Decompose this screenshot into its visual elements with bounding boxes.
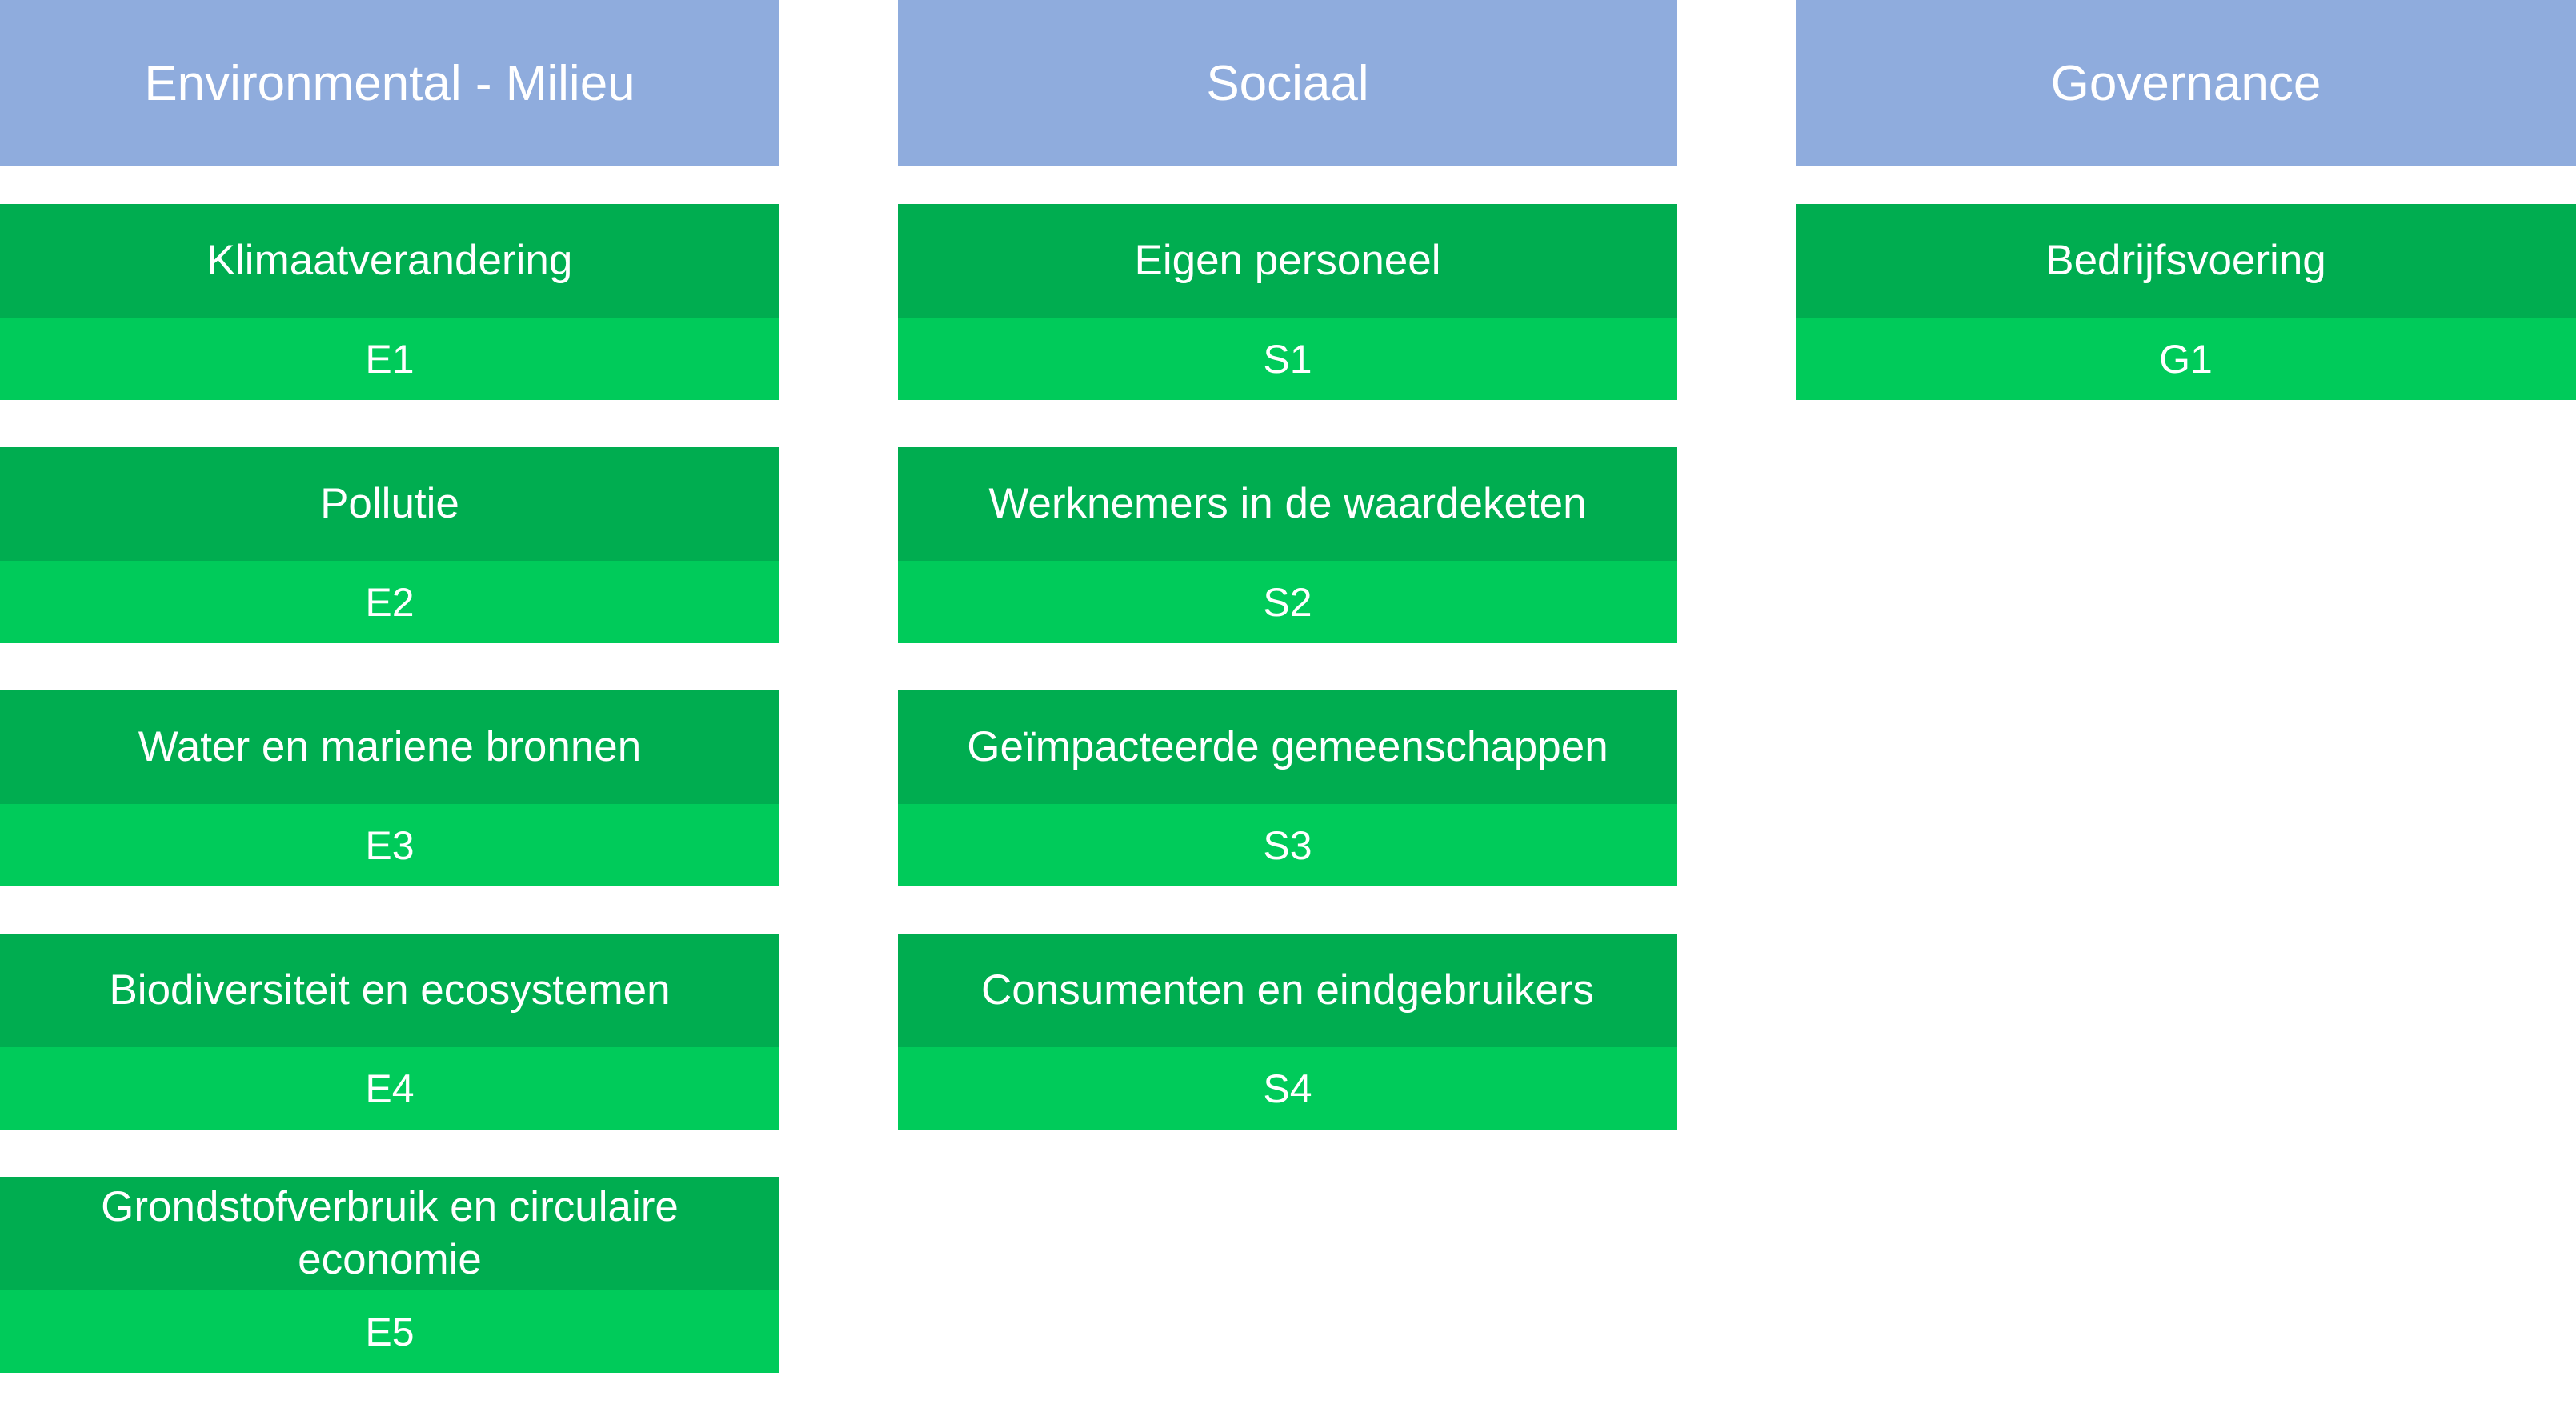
topic-card-s1: Eigen personeel S1 bbox=[898, 204, 1677, 400]
topic-code: E4 bbox=[0, 1047, 779, 1130]
topic-card-e2: Pollutie E2 bbox=[0, 447, 779, 643]
topic-card-s3: Geïmpacteerde gemeenschappen S3 bbox=[898, 690, 1677, 886]
topic-card-e1: Klimaatverandering E1 bbox=[0, 204, 779, 400]
topic-code: S3 bbox=[898, 804, 1677, 886]
topic-list-governance: Bedrijfsvoering G1 bbox=[1796, 204, 2576, 447]
topic-name: Eigen personeel bbox=[898, 204, 1677, 318]
topic-code: G1 bbox=[1796, 318, 2576, 400]
topic-name: Geïmpacteerde gemeenschappen bbox=[898, 690, 1677, 804]
topic-name: Pollutie bbox=[0, 447, 779, 561]
topic-card-s4: Consumenten en eindgebruikers S4 bbox=[898, 934, 1677, 1130]
topic-card-s2: Werknemers in de waardeketen S2 bbox=[898, 447, 1677, 643]
topic-name: Klimaatverandering bbox=[0, 204, 779, 318]
topic-name: Biodiversiteit en ecosystemen bbox=[0, 934, 779, 1047]
topic-code: S1 bbox=[898, 318, 1677, 400]
topic-code: E2 bbox=[0, 561, 779, 643]
topic-code: E3 bbox=[0, 804, 779, 886]
topic-name: Consumenten en eindgebruikers bbox=[898, 934, 1677, 1047]
topic-code: S4 bbox=[898, 1047, 1677, 1130]
topic-code: E1 bbox=[0, 318, 779, 400]
column-header-social: Sociaal bbox=[898, 0, 1677, 166]
topic-name: Water en mariene bronnen bbox=[0, 690, 779, 804]
column-header-environmental: Environmental - Milieu bbox=[0, 0, 779, 166]
topic-card-g1: Bedrijfsvoering G1 bbox=[1796, 204, 2576, 400]
topic-list-social: Eigen personeel S1 Werknemers in de waar… bbox=[898, 204, 1677, 1177]
column-social: Sociaal Eigen personeel S1 Werknemers in… bbox=[898, 0, 1677, 1130]
topic-code: S2 bbox=[898, 561, 1677, 643]
topic-name: Grondstofverbruik en circulaire economie bbox=[0, 1177, 779, 1290]
topic-card-e5: Grondstofverbruik en circulaire economie… bbox=[0, 1177, 779, 1373]
topic-code: E5 bbox=[0, 1290, 779, 1373]
topic-list-environmental: Klimaatverandering E1 Pollutie E2 Water … bbox=[0, 204, 779, 1420]
column-governance: Governance Bedrijfsvoering G1 bbox=[1796, 0, 2576, 400]
topic-card-e4: Biodiversiteit en ecosystemen E4 bbox=[0, 934, 779, 1130]
topic-name: Werknemers in de waardeketen bbox=[898, 447, 1677, 561]
column-header-governance: Governance bbox=[1796, 0, 2576, 166]
topic-name: Bedrijfsvoering bbox=[1796, 204, 2576, 318]
topic-card-e3: Water en mariene bronnen E3 bbox=[0, 690, 779, 886]
column-environmental: Environmental - Milieu Klimaatveranderin… bbox=[0, 0, 779, 1373]
